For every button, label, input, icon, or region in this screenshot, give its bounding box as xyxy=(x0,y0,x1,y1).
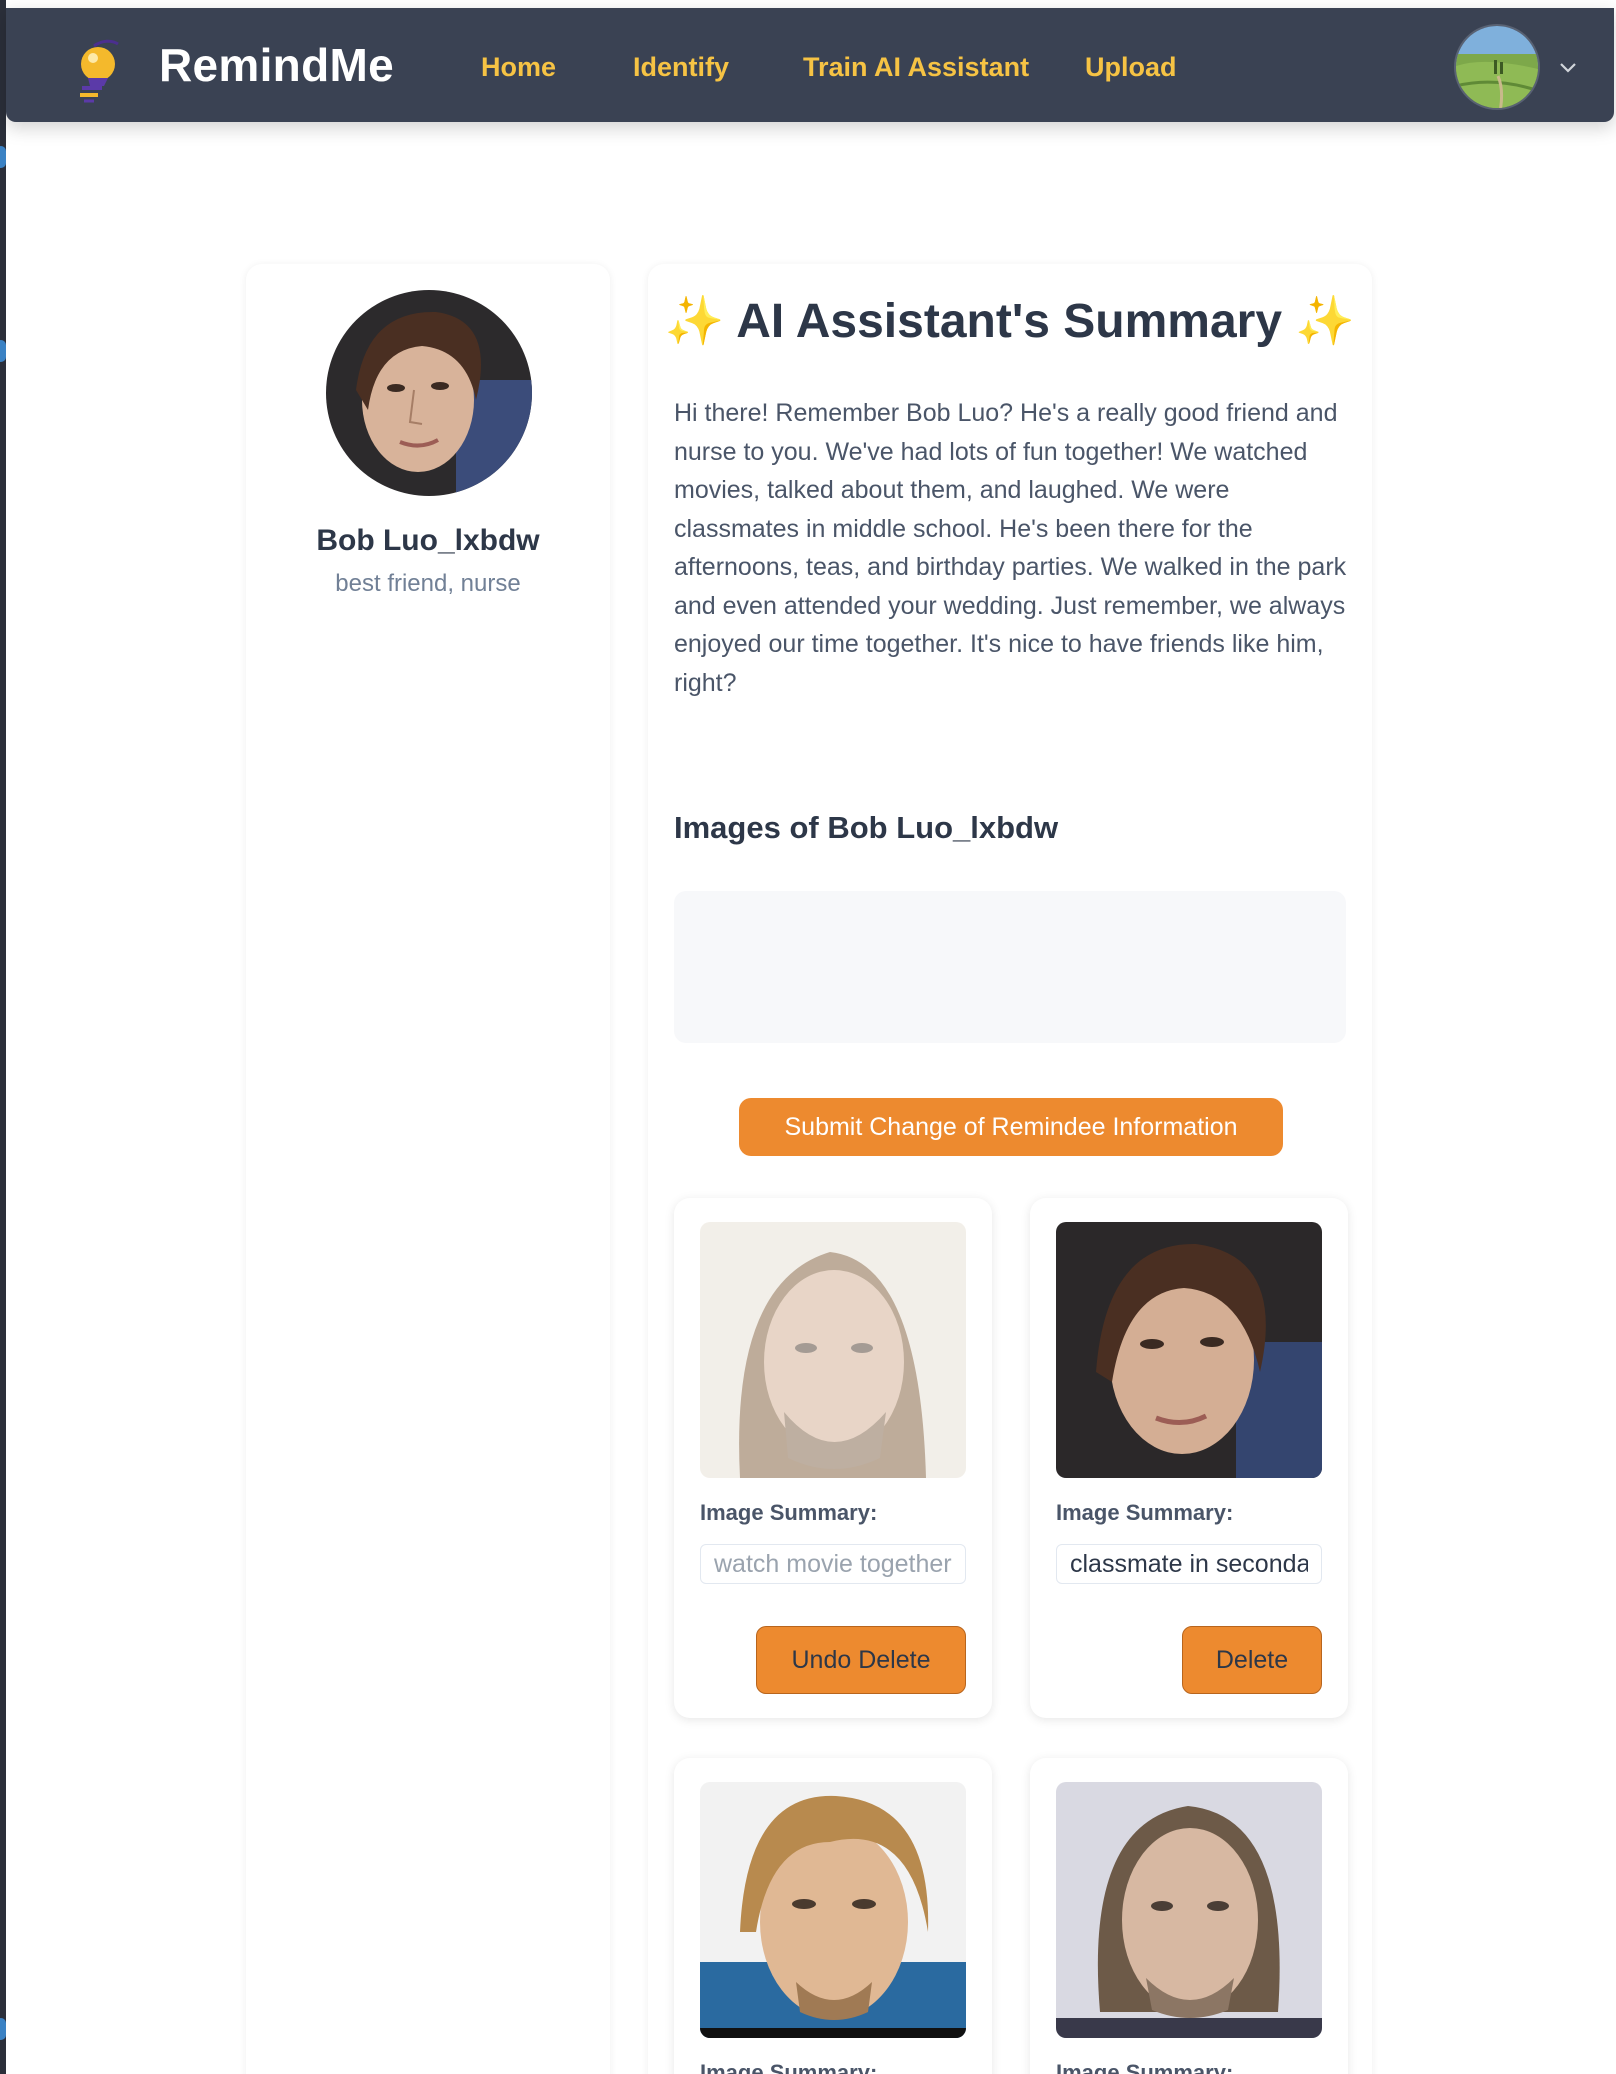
profile-card: Bob Luo_lxbdw best friend, nurse xyxy=(246,264,610,2074)
image-card: Image Summary: xyxy=(1030,1758,1348,2074)
face-image xyxy=(700,1782,966,2038)
undo-delete-button[interactable]: Undo Delete xyxy=(756,1626,966,1694)
lightbulb-bee-logo-icon[interactable] xyxy=(68,38,128,104)
profile-name: Bob Luo_lxbdw xyxy=(316,524,540,557)
image-summary-input[interactable] xyxy=(1056,1544,1322,1584)
image-summary-label: Image Summary: xyxy=(1056,2060,1234,2074)
nav-identify-link[interactable]: Identify xyxy=(633,52,729,83)
top-navbar: RemindMe Home Identify Train AI Assistan… xyxy=(6,8,1614,122)
chevron-down-icon[interactable] xyxy=(1558,60,1578,74)
brand-name[interactable]: RemindMe xyxy=(159,38,394,92)
user-avatar[interactable] xyxy=(1454,24,1540,110)
sparkles-icon: ✨ xyxy=(1295,295,1356,348)
sparkles-icon: ✨ xyxy=(664,295,725,348)
images-heading: Images of Bob Luo_lxbdw xyxy=(674,810,1059,845)
image-dropzone[interactable] xyxy=(674,891,1346,1043)
edge-marker xyxy=(0,146,6,168)
face-image xyxy=(700,1222,966,1478)
nav-upload-link[interactable]: Upload xyxy=(1085,52,1177,83)
image-summary-label: Image Summary: xyxy=(1056,1500,1234,1525)
submit-change-button[interactable]: Submit Change of Remindee Information xyxy=(739,1098,1283,1156)
image-card: Image Summary: Delete xyxy=(1030,1198,1348,1718)
profile-relation: best friend, nurse xyxy=(335,570,521,597)
delete-button[interactable]: Delete xyxy=(1182,1626,1322,1694)
image-card: Image Summary: xyxy=(674,1758,992,2074)
summary-title: ✨ AI Assistant's Summary ✨ xyxy=(648,292,1372,349)
image-summary-label: Image Summary: xyxy=(700,2060,878,2074)
profile-photo xyxy=(326,290,532,496)
summary-text: Hi there! Remember Bob Luo? He's a reall… xyxy=(674,399,1347,697)
image-card: Image Summary: Undo Delete xyxy=(674,1198,992,1718)
edge-marker xyxy=(0,340,6,362)
image-summary-input[interactable] xyxy=(700,1544,966,1584)
edge-marker xyxy=(0,2018,6,2040)
nav-home-link[interactable]: Home xyxy=(481,52,556,83)
user-avatar-button[interactable] xyxy=(1454,24,1544,114)
nav-train-ai-assistant-link[interactable]: Train AI Assistant xyxy=(803,52,1029,83)
summary-card: ✨ AI Assistant's Summary ✨ Hi there! Rem… xyxy=(648,264,1372,2074)
window-edge xyxy=(0,0,6,2074)
summary-title-text: AI Assistant's Summary xyxy=(736,295,1283,348)
face-image xyxy=(1056,1222,1322,1478)
face-image xyxy=(1056,1782,1322,2038)
image-summary-label: Image Summary: xyxy=(700,1500,878,1525)
